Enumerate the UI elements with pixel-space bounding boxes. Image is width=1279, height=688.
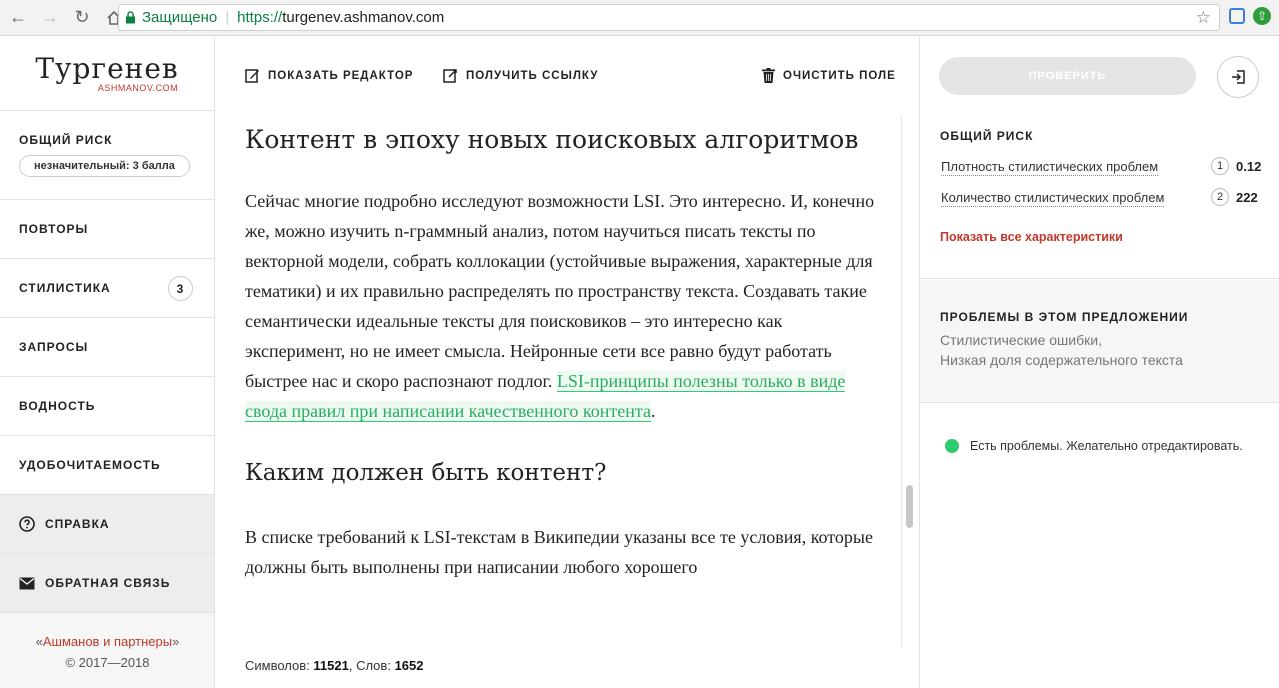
stylistics-count-badge: 3 bbox=[168, 276, 193, 301]
trash-icon bbox=[762, 68, 775, 83]
browser-toolbar: ← → ↻ Защищено | https:// turgenev.ashma… bbox=[0, 0, 1279, 36]
secure-label: Защищено bbox=[142, 9, 218, 26]
problem-item: Низкая доля содержательного текста bbox=[940, 352, 1183, 368]
editor-toolbar: ПОКАЗАТЬ РЕДАКТОР ПОЛУЧИТЬ ССЫЛКУ ОЧИСТИ… bbox=[215, 37, 919, 115]
sidebar-item-label: УДОБОЧИТАЕМОСТЬ bbox=[19, 458, 161, 472]
sidebar: Тургенев ASHMANOV.COM ОБЩИЙ РИСК незначи… bbox=[0, 37, 215, 688]
status-text: Есть проблемы. Желательно отредактироват… bbox=[970, 439, 1243, 453]
article-paragraph-2: В списке требований к LSI-текстам в Вики… bbox=[245, 527, 874, 577]
url-separator: | bbox=[225, 9, 230, 26]
metric-count[interactable]: Количество стилистических проблем 2 222 bbox=[941, 188, 1261, 207]
sidebar-item-label: ПОВТОРЫ bbox=[19, 222, 89, 236]
editor-scrollbar[interactable] bbox=[901, 115, 915, 647]
metric-index: 2 bbox=[1211, 188, 1229, 206]
sentence-problems-section: ПРОБЛЕМЫ В ЭТОМ ПРЕДЛОЖЕНИИ Стилистическ… bbox=[920, 280, 1279, 403]
extension-icon[interactable] bbox=[1229, 8, 1245, 24]
paragraph-text: Сейчас многие подробно исследуют возможн… bbox=[245, 191, 875, 391]
sidebar-item-stylistics[interactable]: СТИЛИСТИКА 3 bbox=[0, 259, 214, 318]
get-link-label: ПОЛУЧИТЬ ССЫЛКУ bbox=[466, 69, 599, 82]
sidebar-item-help[interactable]: СПРАВКА bbox=[0, 495, 214, 554]
overall-risk-block: ОБЩИЙ РИСК незначительный: 3 балла bbox=[0, 111, 214, 200]
problem-item: Стилистические ошибки, bbox=[940, 332, 1102, 348]
url-host: turgenev.ashmanov.com bbox=[282, 9, 445, 26]
editor-area: ПОКАЗАТЬ РЕДАКТОР ПОЛУЧИТЬ ССЫЛКУ ОЧИСТИ… bbox=[215, 37, 919, 688]
show-editor-button[interactable]: ПОКАЗАТЬ РЕДАКТОР bbox=[245, 68, 413, 83]
article-paragraph: Сейчас многие подробно исследуют возможн… bbox=[245, 186, 885, 426]
clear-field-button[interactable]: ОЧИСТИТЬ ПОЛЕ bbox=[762, 68, 896, 83]
metric-index: 1 bbox=[1211, 157, 1229, 175]
get-link-button[interactable]: ПОЛУЧИТЬ ССЫЛКУ bbox=[443, 68, 598, 83]
metric-density[interactable]: Плотность стилистических проблем 1 0.12 bbox=[941, 157, 1262, 176]
clear-field-label: ОЧИСТИТЬ ПОЛЕ bbox=[783, 69, 896, 82]
overall-risk-label: ОБЩИЙ РИСК bbox=[19, 133, 113, 147]
article-text[interactable]: Контент в эпоху новых поисковых алгоритм… bbox=[245, 119, 885, 582]
problems-list: Стилистические ошибки, Низкая доля содер… bbox=[940, 330, 1183, 370]
logo-title: Тургенев bbox=[35, 51, 179, 85]
scroll-thumb[interactable] bbox=[906, 485, 913, 528]
envelope-icon bbox=[19, 575, 35, 591]
show-editor-label: ПОКАЗАТЬ РЕДАКТОР bbox=[268, 69, 414, 82]
sidebar-item-label: ОБРАТНАЯ СВЯЗЬ bbox=[45, 576, 171, 590]
footer-brand-quote-open: « bbox=[35, 634, 43, 649]
sidebar-item-label: ЗАПРОСЫ bbox=[19, 340, 89, 354]
sidebar-item-wateriness[interactable]: ВОДНОСТЬ bbox=[0, 377, 214, 436]
sidebar-item-readability[interactable]: УДОБОЧИТАЕМОСТЬ bbox=[0, 436, 214, 495]
sidebar-item-label: СТИЛИСТИКА bbox=[19, 281, 111, 295]
logout-button[interactable] bbox=[1217, 56, 1259, 98]
footer-brand-quote-close: » bbox=[172, 634, 180, 649]
overall-risk-badge: незначительный: 3 балла bbox=[19, 155, 190, 177]
metric-value: 222 bbox=[1236, 190, 1258, 205]
metric-label: Плотность стилистических проблем bbox=[941, 159, 1159, 176]
footer-brand-line: «Ашманов и партнеры» bbox=[0, 631, 215, 652]
sidebar-item-queries[interactable]: ЗАПРОСЫ bbox=[0, 318, 214, 377]
question-icon bbox=[19, 516, 35, 532]
chars-count: 11521 bbox=[313, 658, 349, 673]
status-dot-icon bbox=[945, 439, 959, 453]
sidebar-item-label: СПРАВКА bbox=[45, 517, 110, 531]
edit-icon bbox=[245, 68, 260, 83]
link-icon bbox=[443, 68, 458, 83]
address-bar[interactable]: Защищено | https:// turgenev.ashmanov.co… bbox=[118, 4, 1220, 31]
logo-subtitle: ASHMANOV.COM bbox=[97, 82, 179, 93]
lock-icon bbox=[125, 11, 136, 24]
overall-risk-section: ОБЩИЙ РИСК Плотность стилистических проб… bbox=[920, 115, 1279, 279]
url-protocol: https:// bbox=[237, 9, 283, 26]
article-title: Контент в эпоху новых поисковых алгоритм… bbox=[245, 125, 859, 154]
footer-copyright: © 2017—2018 bbox=[65, 655, 150, 670]
logo[interactable]: Тургенев ASHMANOV.COM bbox=[0, 37, 214, 111]
update-icon[interactable]: ⇧ bbox=[1253, 7, 1271, 25]
footer-brand-link[interactable]: Ашманов и партнеры bbox=[43, 634, 172, 649]
sidebar-item-repeats[interactable]: ПОВТОРЫ bbox=[0, 200, 214, 259]
logout-icon bbox=[1232, 70, 1245, 84]
risk-section-title: ОБЩИЙ РИСК bbox=[940, 129, 1034, 143]
sidebar-item-label: ВОДНОСТЬ bbox=[19, 399, 96, 413]
show-all-characteristics-link[interactable]: Показать все характеристики bbox=[940, 230, 1123, 244]
text-stats: Символов: 11521, Слов: 1652 bbox=[245, 647, 905, 688]
status-message: Есть проблемы. Желательно отредактироват… bbox=[945, 439, 1243, 453]
sidebar-footer: «Ашманов и партнеры» © 2017—2018 bbox=[0, 631, 215, 673]
reload-icon[interactable]: ↻ bbox=[68, 4, 96, 32]
words-count: 1652 bbox=[394, 658, 424, 673]
sidebar-item-feedback[interactable]: ОБРАТНАЯ СВЯЗЬ bbox=[0, 554, 214, 613]
metric-value: 0.12 bbox=[1236, 159, 1262, 174]
bookmark-star-icon[interactable]: ☆ bbox=[1196, 8, 1211, 28]
article-subtitle: Каким должен быть контент? bbox=[245, 460, 607, 486]
problems-title: ПРОБЛЕМЫ В ЭТОМ ПРЕДЛОЖЕНИИ bbox=[940, 310, 1189, 324]
results-panel: ПРОВЕРИТЬ ОБЩИЙ РИСК Плотность стилистич… bbox=[919, 37, 1279, 688]
check-button[interactable]: ПРОВЕРИТЬ bbox=[939, 57, 1196, 95]
back-icon[interactable]: ← bbox=[4, 4, 32, 32]
metric-label: Количество стилистических проблем bbox=[941, 190, 1165, 207]
forward-icon[interactable]: → bbox=[36, 4, 64, 32]
words-label: , Слов: bbox=[348, 658, 391, 673]
chars-label: Символов: bbox=[245, 658, 310, 673]
paragraph-end: . bbox=[650, 401, 656, 421]
